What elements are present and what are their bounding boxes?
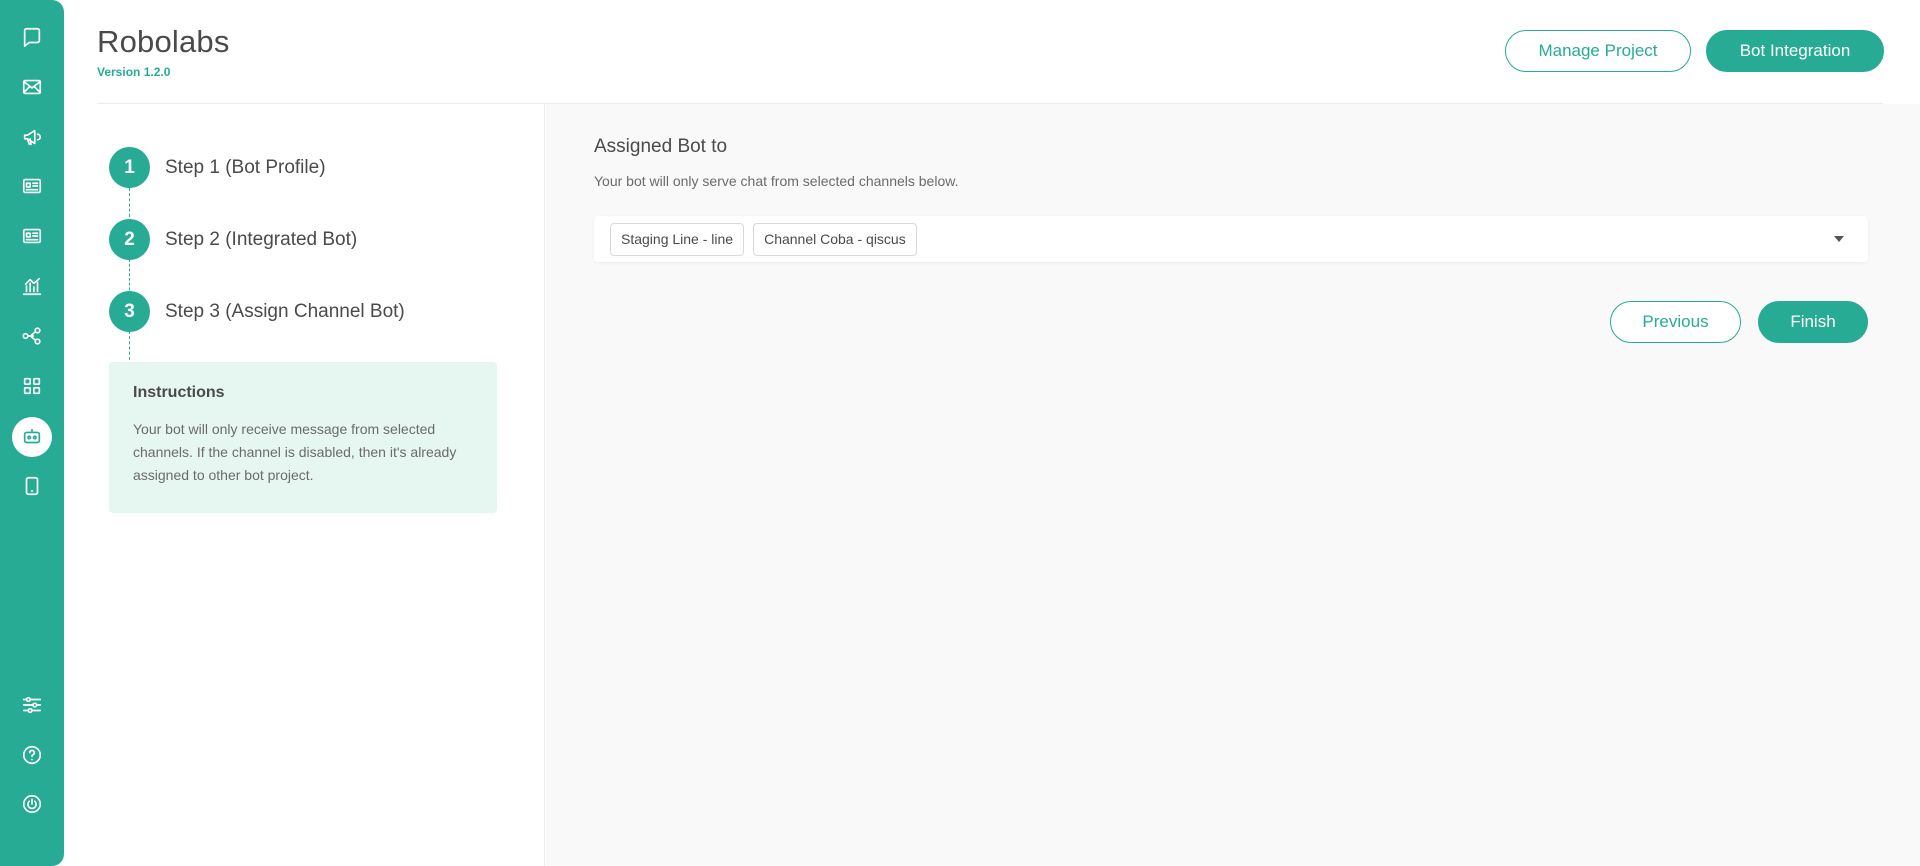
step-number: 3 <box>109 291 150 332</box>
integration-share-icon[interactable] <box>12 316 52 356</box>
steps-panel: 1 Step 1 (Bot Profile) 2 Step 2 (Integra… <box>64 104 545 866</box>
app-title: Robolabs <box>97 24 230 59</box>
app-version: Version 1.2.0 <box>97 65 171 79</box>
manage-project-button[interactable]: Manage Project <box>1505 30 1691 72</box>
channel-chip[interactable]: Staging Line - line <box>610 222 745 256</box>
sidebar <box>0 0 64 866</box>
step-number: 1 <box>109 147 150 188</box>
settings-sliders-icon[interactable] <box>12 685 52 725</box>
step-1[interactable]: 1 Step 1 (Bot Profile) <box>109 147 326 188</box>
caret-down-icon[interactable] <box>1834 236 1844 242</box>
instructions-text: Your bot will only receive message from … <box>133 421 457 483</box>
step-number: 2 <box>109 219 150 260</box>
contact-card-icon[interactable] <box>12 216 52 256</box>
step-connector <box>129 331 130 365</box>
step-2[interactable]: 2 Step 2 (Integrated Bot) <box>109 219 357 260</box>
channel-multiselect[interactable]: Staging Line - line Channel Coba - qiscu… <box>594 216 1868 262</box>
channel-chip[interactable]: Channel Coba - qiscus <box>753 222 917 256</box>
step-connector <box>129 188 130 222</box>
chat-icon[interactable] <box>12 17 52 57</box>
instructions-box: Instructions Your bot will only receive … <box>109 362 497 513</box>
megaphone-icon[interactable] <box>12 117 52 157</box>
mail-icon[interactable] <box>12 67 52 107</box>
analytics-icon[interactable] <box>12 266 52 306</box>
contact-card-icon[interactable] <box>12 166 52 206</box>
section-title: Assigned Bot to <box>594 136 728 157</box>
finish-button[interactable]: Finish <box>1758 301 1868 343</box>
step-3[interactable]: 3 Step 3 (Assign Channel Bot) <box>109 291 405 332</box>
instructions-title: Instructions <box>133 384 225 401</box>
step-label: Step 2 (Integrated Bot) <box>165 228 358 250</box>
assign-channel-panel: Assigned Bot to Your bot will only serve… <box>546 104 1920 866</box>
previous-button[interactable]: Previous <box>1610 301 1741 343</box>
section-subtitle: Your bot will only serve chat from selec… <box>594 173 959 189</box>
step-label: Step 1 (Bot Profile) <box>165 156 326 178</box>
help-icon[interactable] <box>12 735 52 775</box>
apps-grid-icon[interactable] <box>12 366 52 406</box>
bot-icon[interactable] <box>12 417 52 457</box>
bot-integration-button[interactable]: Bot Integration <box>1706 30 1884 72</box>
step-connector <box>129 259 130 295</box>
mobile-icon[interactable] <box>12 466 52 506</box>
power-icon[interactable] <box>12 784 52 824</box>
step-label: Step 3 (Assign Channel Bot) <box>165 300 405 322</box>
